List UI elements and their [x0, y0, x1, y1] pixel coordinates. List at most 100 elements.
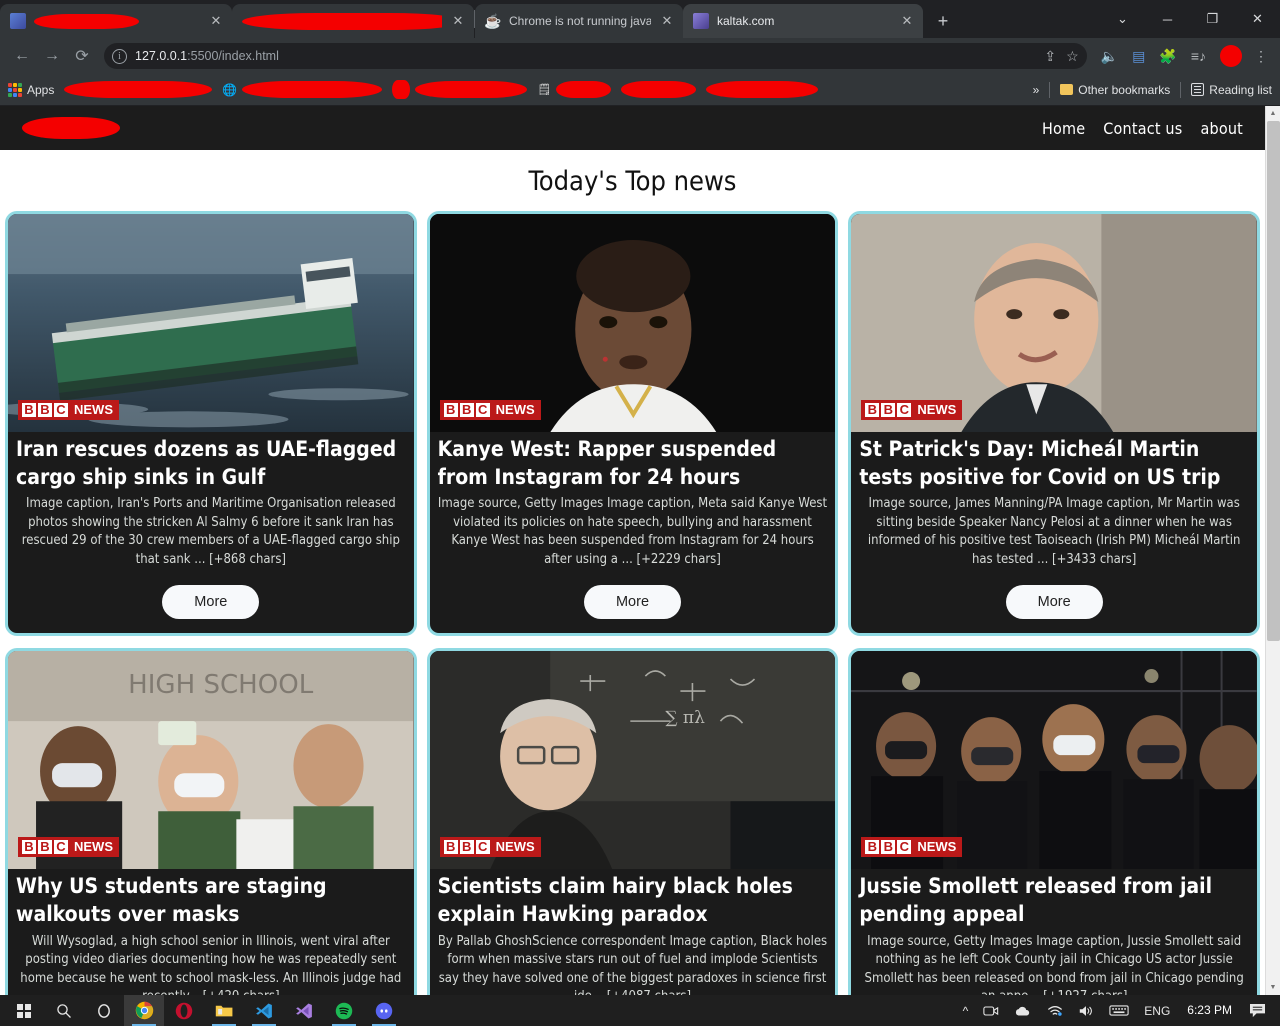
- spotify-taskbar-icon[interactable]: [324, 995, 364, 1026]
- more-button[interactable]: More: [583, 585, 682, 620]
- badge-news-label: NEWS: [495, 402, 535, 417]
- scrollbar-down-arrow-icon[interactable]: ▼: [1266, 980, 1280, 995]
- keyboard-icon[interactable]: [1103, 995, 1135, 1026]
- bookmark-item-redacted-4[interactable]: 🗒: [537, 81, 612, 98]
- browser-tab-4-active[interactable]: kaltak.com ✕: [683, 4, 923, 38]
- bookmarks-overflow-button[interactable]: »: [1033, 83, 1040, 97]
- bbc-news-badge: B B C NEWS: [439, 400, 541, 420]
- forward-button[interactable]: →: [38, 42, 66, 70]
- search-button[interactable]: [44, 995, 84, 1026]
- site-info-icon[interactable]: i: [112, 48, 127, 64]
- discord-taskbar-icon[interactable]: [364, 995, 404, 1026]
- chrome-taskbar-icon[interactable]: [124, 995, 164, 1026]
- bookmark-item-redacted-3[interactable]: [392, 80, 528, 99]
- share-icon[interactable]: ⇪: [1044, 49, 1056, 63]
- scrollbar-up-arrow-icon[interactable]: ▲: [1266, 106, 1280, 121]
- bookmark-item-redacted-2[interactable]: 🌐: [222, 81, 383, 98]
- tab-close-icon[interactable]: ✕: [659, 13, 675, 29]
- badge-letter-b1: B: [443, 840, 458, 855]
- site-header: Home Contact us about: [0, 106, 1265, 150]
- news-card[interactable]: B B C NEWS St Patrick's Day: Micheál Mar…: [848, 211, 1260, 637]
- browser-tab-3[interactable]: ☕ Chrome is not running javascript ✕: [475, 4, 683, 38]
- reading-list-button[interactable]: Reading list: [1191, 83, 1272, 97]
- tab-title: kaltak.com: [717, 14, 775, 28]
- url-host: 127.0.0.1: [135, 49, 188, 63]
- badge-news-label: NEWS: [917, 839, 957, 855]
- start-button[interactable]: [4, 995, 44, 1026]
- bookmark-item-redacted-1[interactable]: [64, 81, 213, 98]
- notification-chat-icon[interactable]: [1243, 995, 1272, 1026]
- site-logo-redacted[interactable]: [22, 117, 120, 139]
- extensions-puzzle-icon[interactable]: 🧩: [1159, 49, 1176, 63]
- page-title: Today's Top news: [528, 166, 737, 197]
- opera-icon: [175, 1002, 193, 1019]
- window-close-icon[interactable]: ✕: [1235, 0, 1280, 38]
- news-card[interactable]: B B C NEWS Jussie Smollett released from…: [848, 648, 1260, 995]
- camera-icon[interactable]: [977, 995, 1005, 1026]
- chrome-icon: [135, 1001, 153, 1020]
- window-maximize-icon[interactable]: ❐: [1190, 0, 1235, 38]
- address-bar[interactable]: i 127.0.0.1:5500/index.html ⇪ ☆: [104, 43, 1087, 69]
- profile-avatar[interactable]: [1220, 45, 1242, 67]
- tab-close-icon[interactable]: ✕: [208, 13, 224, 29]
- news-card[interactable]: B B C NEWS Kanye West: Rapper suspended …: [426, 211, 839, 637]
- tab-title: Chrome is not running javascript: [509, 14, 651, 28]
- back-button[interactable]: ←: [8, 42, 36, 70]
- browser-tab-1[interactable]: ✕: [0, 4, 232, 38]
- vscode-taskbar-icon[interactable]: [244, 995, 284, 1026]
- volume-icon[interactable]: [1072, 995, 1100, 1026]
- badge-letter-c: C: [54, 840, 68, 855]
- language-indicator[interactable]: ENG: [1138, 995, 1176, 1026]
- opera-taskbar-icon[interactable]: [164, 995, 204, 1026]
- task-view-button[interactable]: [84, 995, 124, 1026]
- tray-overflow-chevron-up-icon[interactable]: ^: [957, 995, 975, 1026]
- other-bookmarks-folder[interactable]: Other bookmarks: [1060, 83, 1170, 97]
- card-title: Jussie Smollett released from jail pendi…: [859, 874, 1213, 926]
- badge-letter-c: C: [475, 840, 490, 855]
- vscode-insiders-taskbar-icon[interactable]: [284, 995, 324, 1026]
- bookmark-item-redacted-6[interactable]: [706, 81, 819, 98]
- nav-link-home[interactable]: Home: [1042, 119, 1085, 138]
- window-minimize-icon[interactable]: ─: [1145, 0, 1190, 38]
- bookmark-star-icon[interactable]: ☆: [1066, 49, 1079, 63]
- tab-close-icon[interactable]: ✕: [450, 13, 466, 29]
- badge-letter-b1: B: [865, 840, 880, 855]
- save-page-icon[interactable]: ▤: [1132, 49, 1145, 63]
- music-playlist-icon[interactable]: ≡♪: [1191, 49, 1206, 63]
- bbc-news-badge: B B C NEWS: [18, 400, 119, 420]
- page-scrollbar[interactable]: ▲ ▼: [1265, 106, 1280, 995]
- three-dot-menu-icon[interactable]: ⋮: [1254, 49, 1268, 63]
- badge-news-label: NEWS: [74, 402, 113, 417]
- new-tab-button[interactable]: +: [929, 7, 957, 35]
- wifi-icon[interactable]: [1041, 995, 1069, 1026]
- news-card[interactable]: HIGH SCHOOL B B C NEWS Why US students a…: [5, 648, 417, 995]
- vscode-insiders-icon: [296, 1003, 312, 1018]
- more-button[interactable]: More: [162, 585, 260, 620]
- onedrive-cloud-icon[interactable]: [1008, 995, 1038, 1026]
- more-button[interactable]: More: [1005, 585, 1103, 620]
- bookmark-apps[interactable]: Apps: [8, 82, 54, 97]
- mute-tab-icon[interactable]: 🔈: [1101, 49, 1118, 63]
- file-explorer-taskbar-icon[interactable]: [204, 995, 244, 1026]
- scrollbar-thumb[interactable]: [1267, 121, 1280, 641]
- card-description: By Pallab GhoshScience correspondent Ima…: [437, 933, 828, 995]
- card-title: St Patrick's Day: Micheál Martin tests p…: [859, 437, 1221, 489]
- cloud-glyph: [1016, 1006, 1030, 1015]
- reload-button[interactable]: ⟳: [68, 42, 96, 70]
- tab-search-chevron-down-icon[interactable]: ⌄: [1100, 0, 1145, 38]
- nav-link-contact-us[interactable]: Contact us: [1103, 119, 1182, 138]
- browser-tab-2[interactable]: ✕: [232, 4, 474, 38]
- wifi-glyph: [1048, 1006, 1063, 1016]
- tab-close-icon[interactable]: ✕: [899, 13, 915, 29]
- bookmark-item-redacted-5[interactable]: [621, 81, 697, 98]
- card-body: Why US students are staging walkouts ove…: [8, 869, 414, 995]
- badge-news-label: NEWS: [917, 402, 957, 417]
- nav-link-about[interactable]: about: [1200, 119, 1243, 138]
- news-card[interactable]: ∑ πλ B B C NEWS Scientists claim hairy b…: [426, 648, 839, 995]
- clock[interactable]: 6:23 PM: [1179, 1003, 1240, 1017]
- card-title: Iran rescues dozens as UAE-flagged cargo…: [16, 437, 397, 489]
- bookmarks-divider: [1049, 81, 1051, 98]
- news-card[interactable]: B B C NEWS Iran rescues dozens as UAE-fl…: [5, 211, 417, 637]
- tab-favicon-blue-square-icon: [10, 13, 26, 29]
- badge-letter-b2: B: [881, 403, 896, 417]
